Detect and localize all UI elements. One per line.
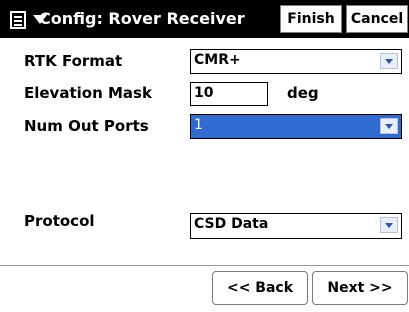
protocol-dropdown[interactable]: CSD Data	[190, 213, 402, 239]
cancel-button[interactable]: Cancel	[346, 5, 408, 33]
elevation-mask-input[interactable]: 10	[190, 82, 268, 106]
protocol-label: Protocol	[24, 212, 95, 230]
bottom-divider	[0, 265, 409, 266]
num-out-ports-label: Num Out Ports	[24, 117, 149, 135]
num-out-ports-dropdown[interactable]: 1	[190, 114, 402, 139]
elevation-mask-value: 10	[194, 85, 214, 101]
back-button[interactable]: << Back	[212, 271, 308, 305]
dropdown-arrow-icon[interactable]	[380, 217, 398, 233]
rtk-format-value: CMR+	[194, 52, 241, 68]
rtk-format-dropdown[interactable]: CMR+	[190, 49, 402, 74]
title-bar: Config: Rover Receiver Finish Cancel	[0, 0, 409, 38]
menu-grid-icon	[10, 11, 26, 29]
num-out-ports-value: 1	[194, 117, 203, 133]
elevation-mask-unit: deg	[287, 84, 319, 102]
next-button[interactable]: Next >>	[312, 271, 408, 305]
dropdown-arrow-icon[interactable]	[380, 53, 398, 69]
rtk-format-label: RTK Format	[24, 52, 123, 70]
protocol-value: CSD Data	[194, 216, 269, 232]
dropdown-arrow-icon[interactable]	[380, 118, 398, 134]
window-title: Config: Rover Receiver	[39, 9, 245, 28]
elevation-mask-label: Elevation Mask	[24, 84, 152, 102]
config-rover-window: Config: Rover Receiver Finish Cancel RTK…	[0, 0, 409, 312]
finish-button[interactable]: Finish	[280, 5, 342, 33]
